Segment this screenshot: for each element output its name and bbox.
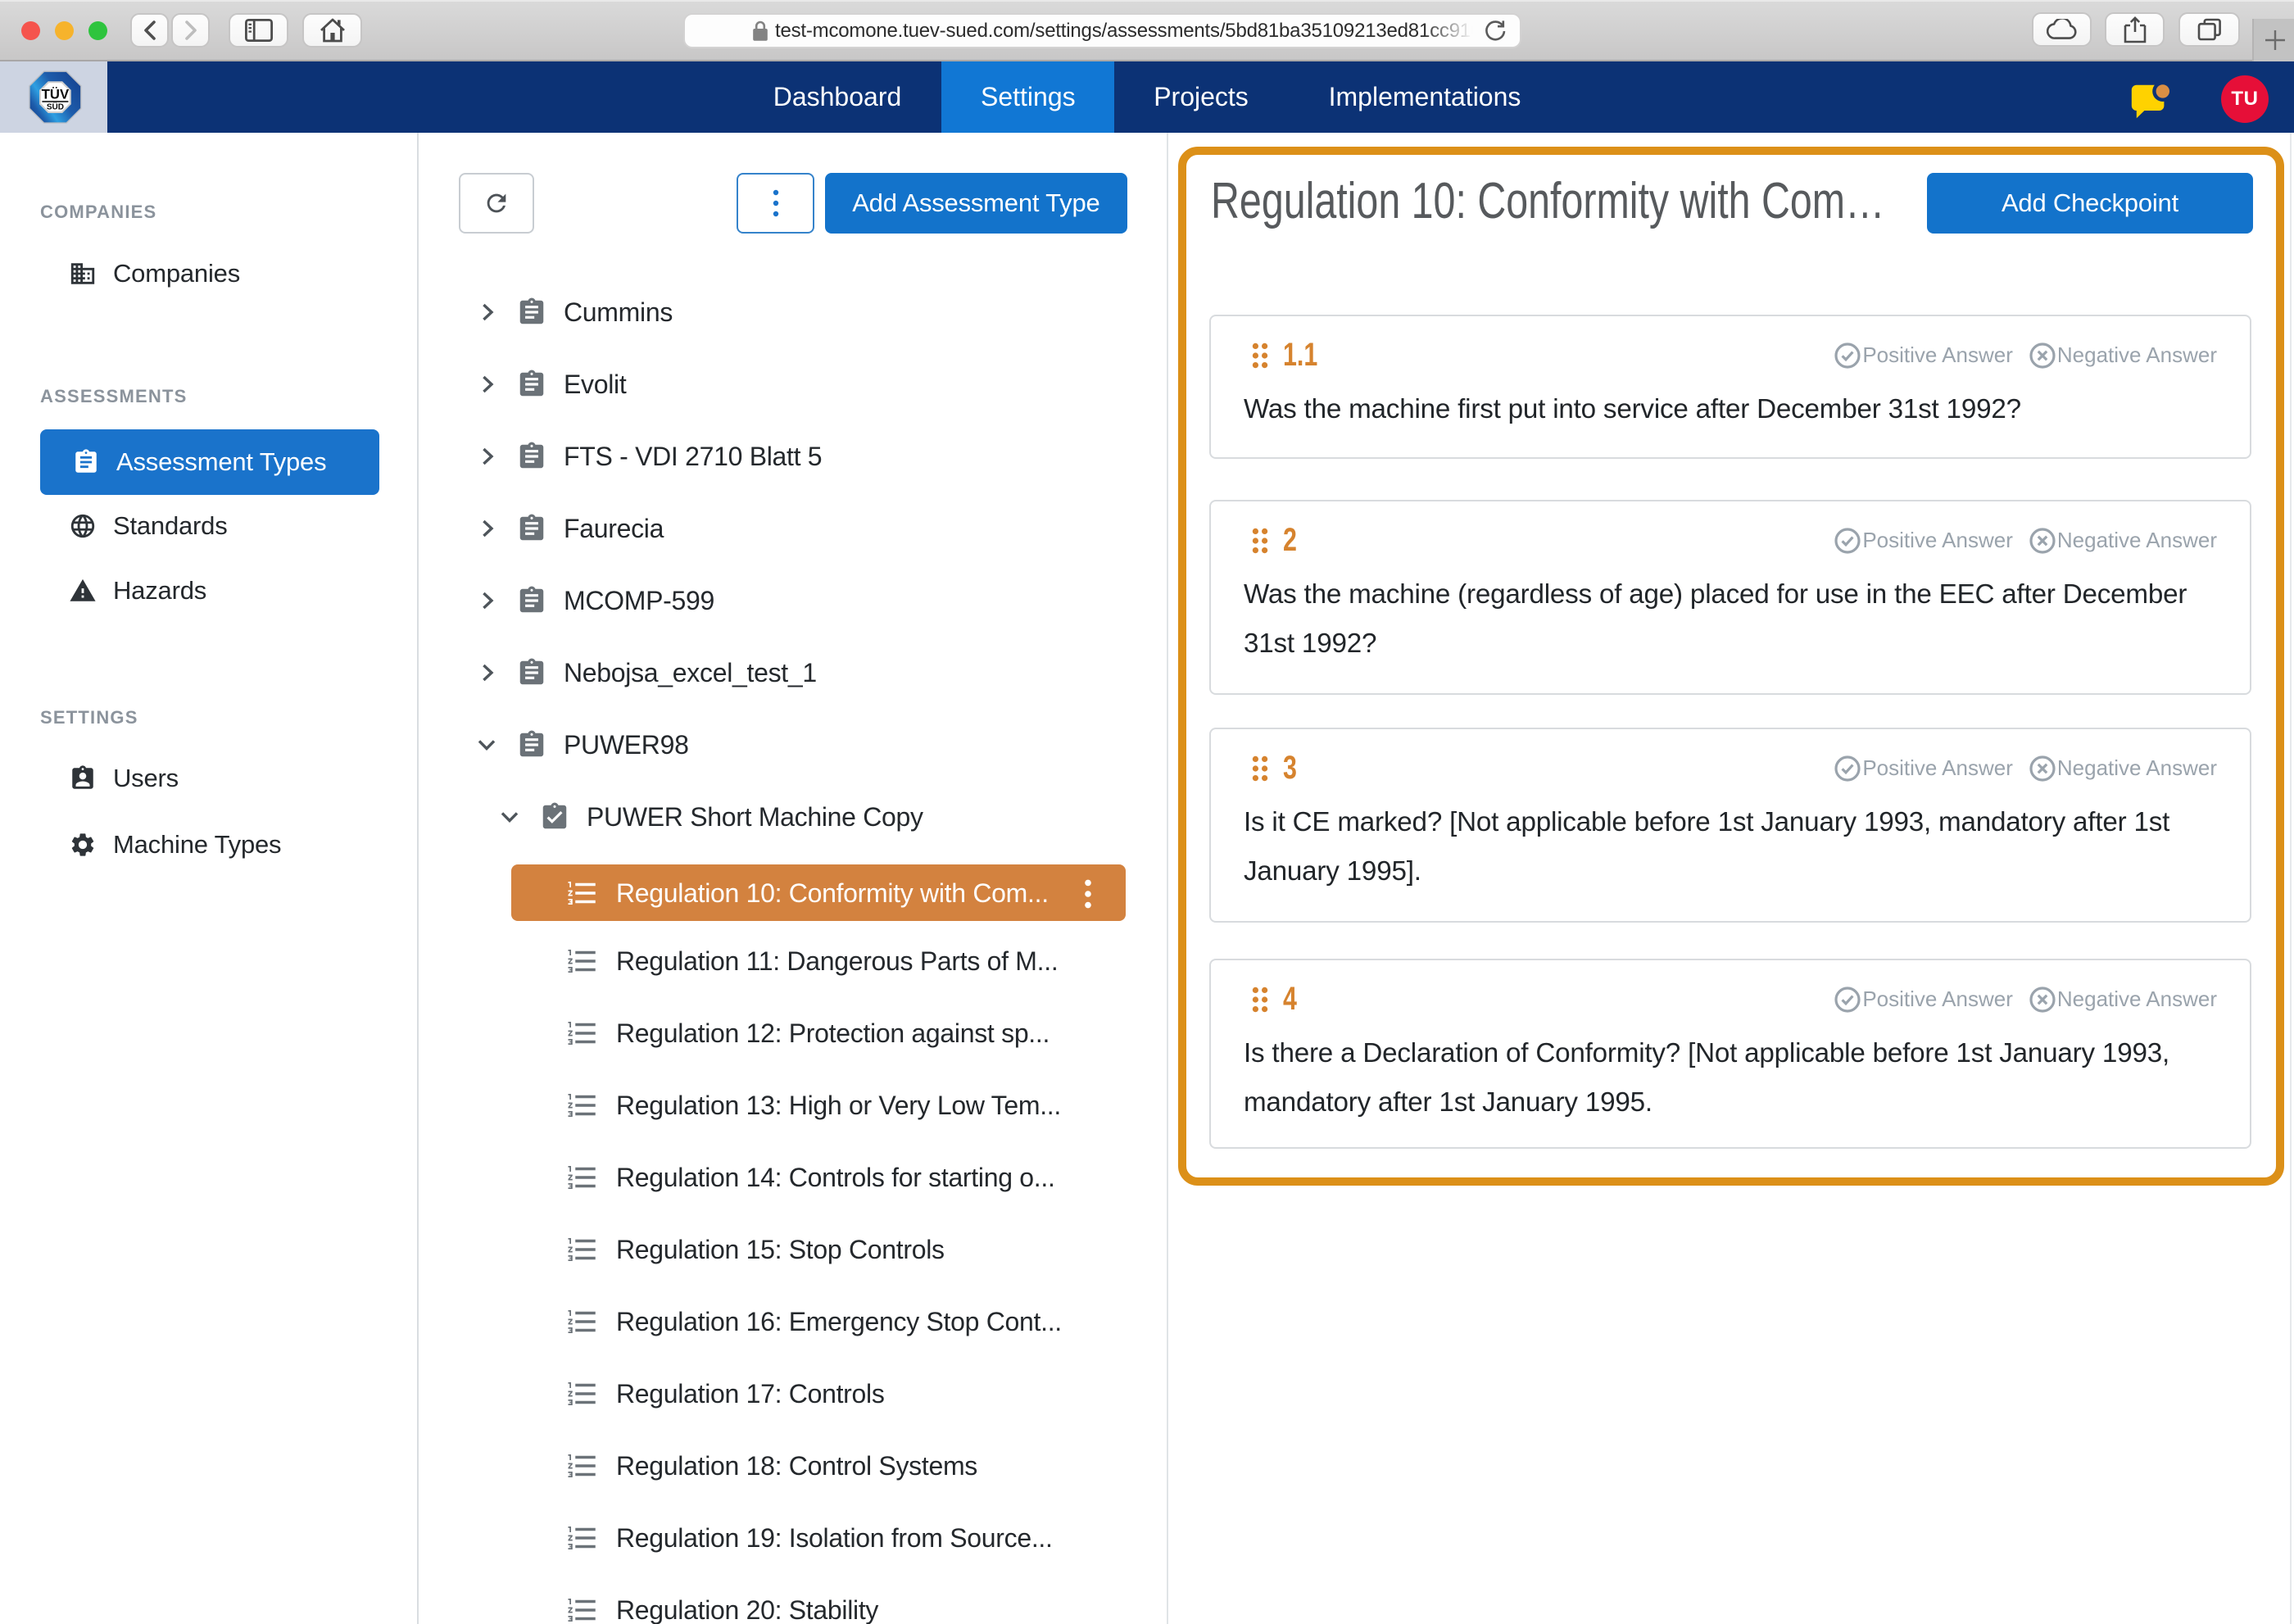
svg-text:TÜV: TÜV [42, 86, 70, 102]
svg-text:SÜD: SÜD [47, 101, 64, 111]
